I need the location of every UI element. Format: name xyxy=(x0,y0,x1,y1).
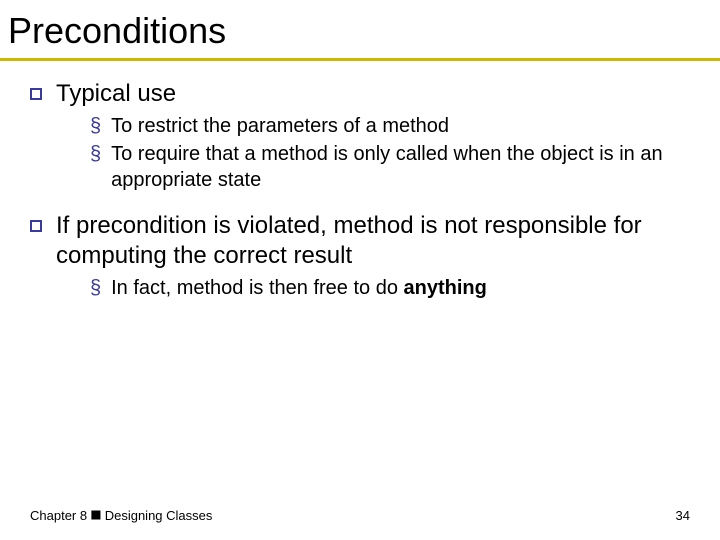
bullet-text: Typical use xyxy=(56,79,176,109)
section-bullet-icon: § xyxy=(90,113,101,139)
bullet-level1: Typical use xyxy=(30,79,700,109)
square-bullet-icon xyxy=(30,220,42,232)
section-bullet-icon: § xyxy=(90,275,101,301)
slide: Preconditions Typical use § To restrict … xyxy=(0,0,720,540)
bullet-text-prefix: In fact, method is then free to do xyxy=(111,277,403,299)
bullet-text: If precondition is violated, method is n… xyxy=(56,211,700,271)
bullet-text: To restrict the parameters of a method xyxy=(111,113,449,139)
bullet-level2: § To restrict the parameters of a method xyxy=(90,113,700,139)
section-bullet-icon: § xyxy=(90,141,101,167)
bullet-level2: § In fact, method is then free to do any… xyxy=(90,275,700,301)
slide-footer: Chapter 8 ⯀ Designing Classes 34 xyxy=(30,508,690,524)
bullet-level2-group: § In fact, method is then free to do any… xyxy=(30,275,700,301)
bullet-level2-group: § To restrict the parameters of a method… xyxy=(30,113,700,193)
square-bullet-icon xyxy=(30,88,42,100)
bullet-text: In fact, method is then free to do anyth… xyxy=(111,275,487,301)
footer-chapter: Chapter 8 ⯀ Designing Classes xyxy=(30,508,212,524)
bullet-text-bold: anything xyxy=(404,277,487,299)
footer-page-number: 34 xyxy=(676,508,690,524)
slide-title: Preconditions xyxy=(0,0,720,61)
bullet-level2: § To require that a method is only calle… xyxy=(90,141,700,193)
slide-content: Typical use § To restrict the parameters… xyxy=(0,79,720,301)
bullet-text: To require that a method is only called … xyxy=(111,141,700,193)
bullet-level1: If precondition is violated, method is n… xyxy=(30,211,700,271)
